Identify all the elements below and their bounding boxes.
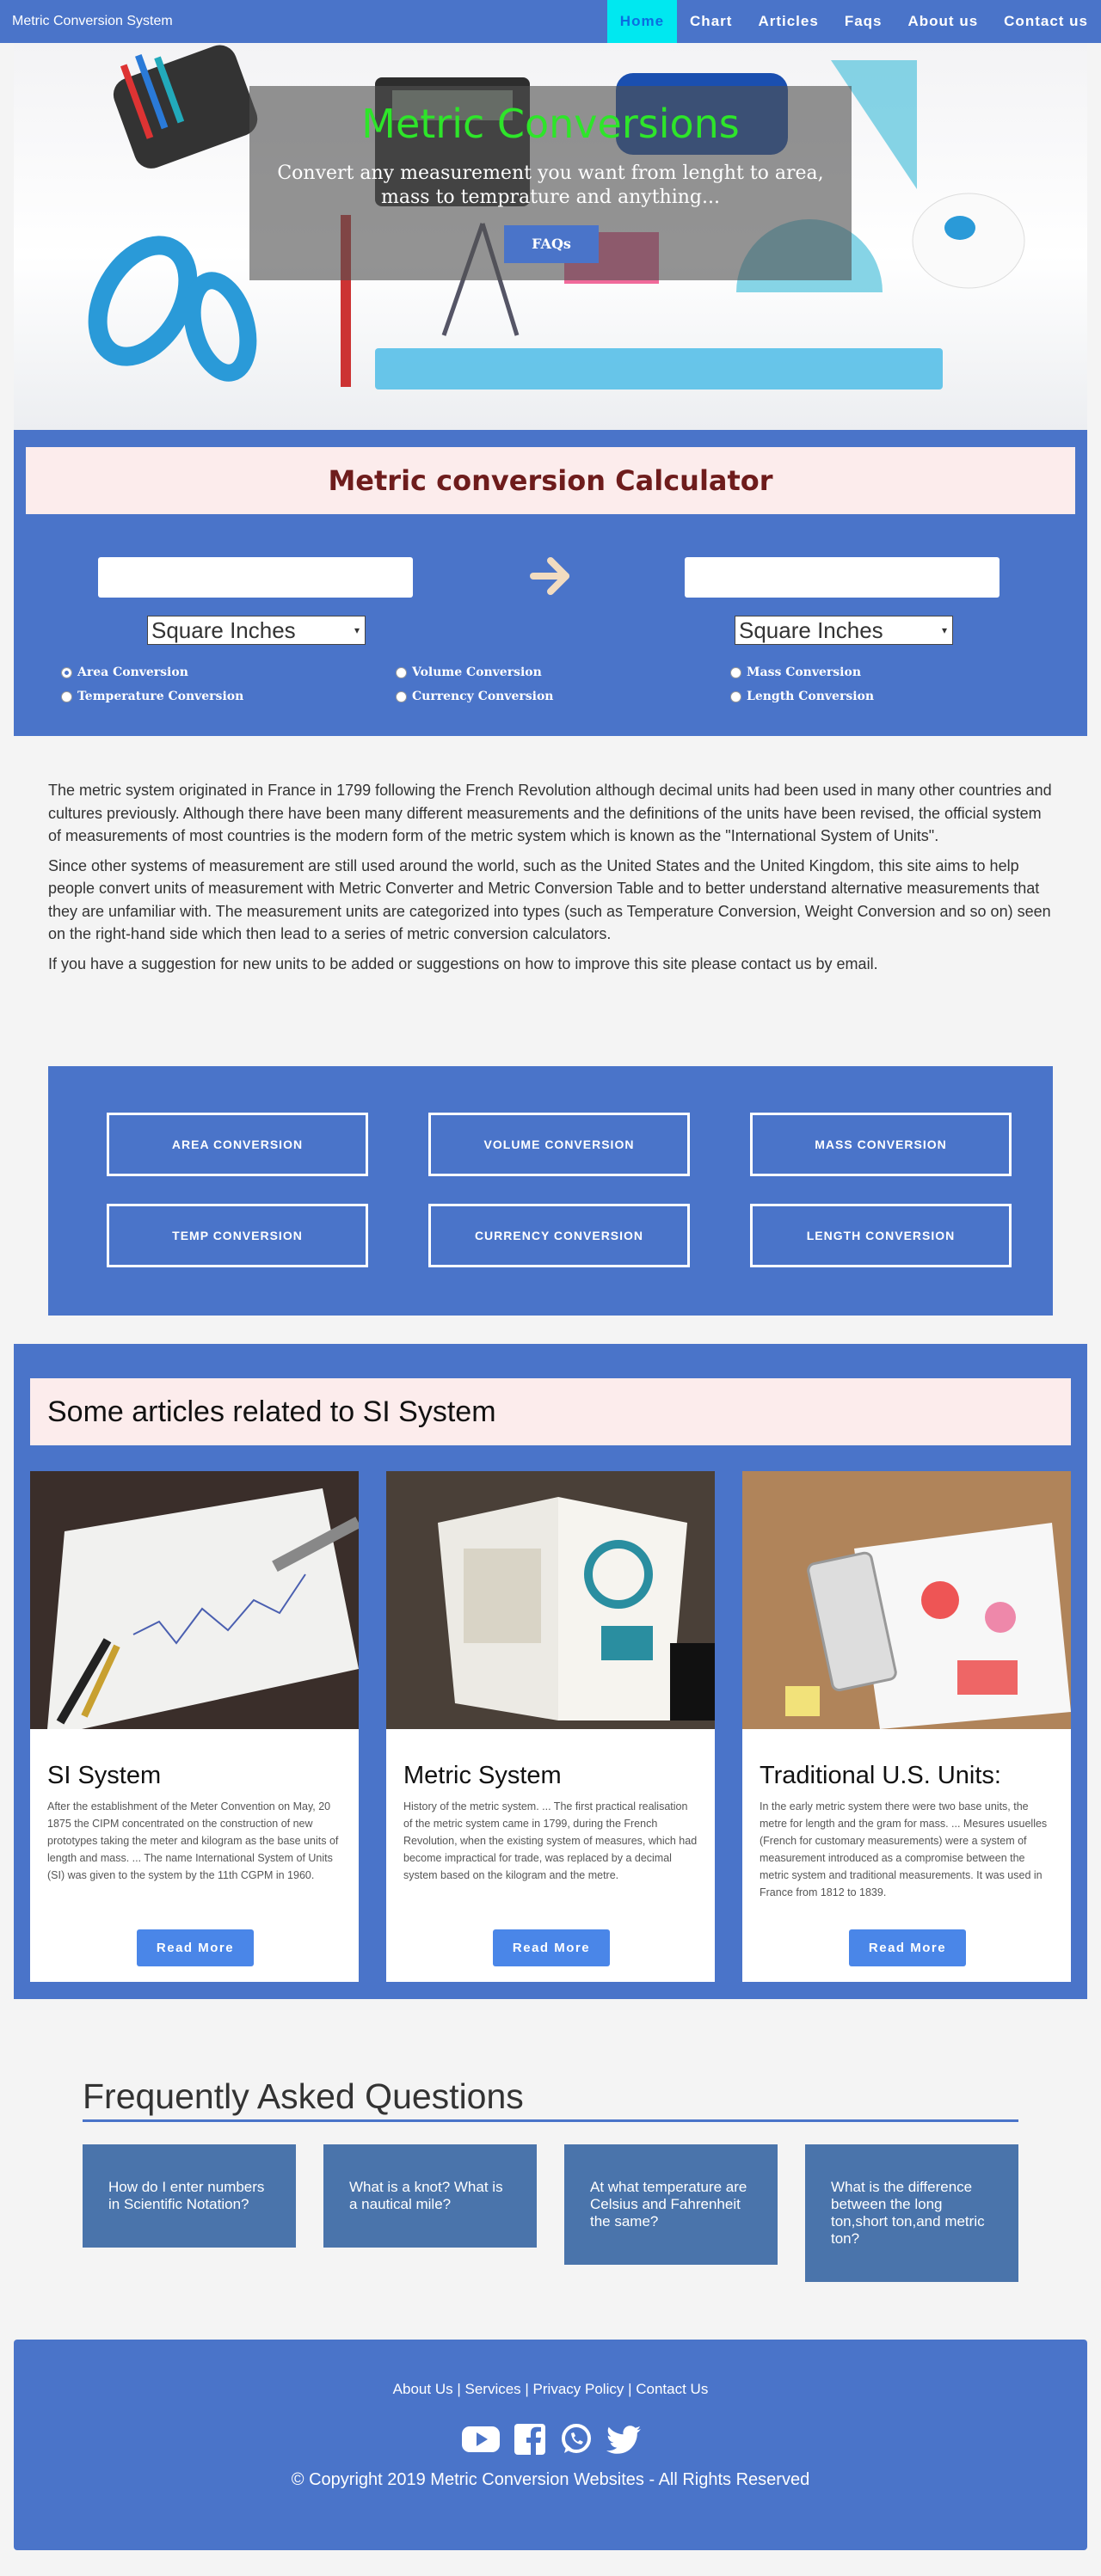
radio-temperature-conversion[interactable]: Temperature Conversion (61, 690, 243, 703)
article-summary: After the establishment of the Meter Con… (47, 1800, 339, 1881)
radio-dot (61, 690, 72, 702)
read-more-button[interactable]: Read More (493, 1929, 610, 1966)
twitter-icon[interactable] (606, 2422, 643, 2456)
radio-dot (730, 690, 741, 702)
mass-conversion-button[interactable]: MASS CONVERSION (750, 1113, 1012, 1176)
footer-link-services[interactable]: Services (464, 2381, 520, 2397)
footer-links: About Us | Services | Privacy Policy | C… (14, 2381, 1087, 2398)
article-card: Metric System History of the metric syst… (386, 1471, 715, 1982)
whatsapp-icon[interactable] (559, 2422, 594, 2456)
footer-separator: | (452, 2381, 465, 2397)
hero-subtitle: Convert any measurement you want from le… (14, 162, 1087, 210)
article-title: Metric System (403, 1762, 562, 1789)
navbar: Metric Conversion System Home Chart Arti… (0, 0, 1101, 43)
read-more-button[interactable]: Read More (137, 1929, 254, 1966)
site-brand[interactable]: Metric Conversion System (12, 14, 173, 29)
radio-currency-conversion[interactable]: Currency Conversion (396, 690, 554, 703)
intro-paragraph-3: If you have a suggestion for new units t… (48, 954, 878, 972)
articles-heading: Some articles related to SI System (30, 1378, 1071, 1445)
footer-separator: | (520, 2381, 533, 2397)
to-value-input[interactable] (685, 557, 1000, 598)
temp-conversion-button[interactable]: TEMP CONVERSION (107, 1204, 368, 1267)
radio-label: Volume Conversion (412, 665, 542, 679)
area-conversion-button[interactable]: AREA CONVERSION (107, 1113, 368, 1176)
nav-chart[interactable]: Chart (677, 0, 745, 43)
currency-conversion-button[interactable]: CURRENCY CONVERSION (428, 1204, 690, 1267)
radio-label: Currency Conversion (412, 690, 554, 703)
radio-dot (61, 666, 72, 678)
radio-dot (396, 666, 407, 678)
nav-links: Home Chart Articles Faqs About us Contac… (606, 0, 1101, 43)
radio-area-conversion[interactable]: Area Conversion (61, 665, 188, 679)
intro-paragraph-1: The metric system originated in France i… (48, 782, 1052, 844)
faq-item[interactable]: At what temperature are Celsius and Fahr… (564, 2144, 778, 2265)
radio-volume-conversion[interactable]: Volume Conversion (396, 665, 542, 679)
calculator-title: Metric conversion Calculator (26, 447, 1075, 514)
footer: About Us | Services | Privacy Policy | C… (14, 2340, 1087, 2550)
copyright-text: © Copyright 2019 Metric Conversion Websi… (291, 2470, 810, 2489)
to-unit-value: Square Inches (739, 617, 883, 643)
footer-link-privacy[interactable]: Privacy Policy (533, 2381, 624, 2397)
from-unit-value: Square Inches (151, 617, 296, 643)
radio-label: Area Conversion (77, 665, 188, 679)
faq-item[interactable]: What is the difference between the long … (805, 2144, 1018, 2282)
articles-section: Some articles related to SI System SI Sy… (14, 1344, 1087, 1999)
conversion-links-panel: AREA CONVERSION VOLUME CONVERSION MASS C… (48, 1066, 1053, 1316)
hero-title: Metric Conversions (361, 101, 740, 147)
radio-dot (396, 690, 407, 702)
to-unit-select[interactable]: Square Inches ▾ (735, 616, 953, 645)
article-card: Traditional U.S. Units: In the early met… (742, 1471, 1071, 1982)
nav-faqs[interactable]: Faqs (832, 0, 895, 43)
footer-separator: | (624, 2381, 637, 2397)
length-conversion-button[interactable]: LENGTH CONVERSION (750, 1204, 1012, 1267)
intro-text: The metric system originated in France i… (48, 779, 1056, 982)
from-unit-select[interactable]: Square Inches ▾ (147, 616, 366, 645)
hero-subtitle-line1: Convert any measurement you want from le… (277, 163, 824, 184)
chevron-down-icon: ▾ (941, 624, 947, 636)
chevron-down-icon: ▾ (354, 624, 360, 636)
nav-about[interactable]: About us (895, 0, 992, 43)
radio-label: Temperature Conversion (77, 690, 244, 703)
radio-label: Mass Conversion (747, 665, 861, 679)
nav-articles[interactable]: Articles (745, 0, 831, 43)
radio-dot (730, 666, 741, 678)
calculator-panel: Metric conversion Calculator Square Inch… (14, 430, 1087, 736)
youtube-icon[interactable] (461, 2422, 501, 2456)
article-image-charts-desk (742, 1471, 1071, 1729)
article-title: SI System (47, 1762, 162, 1789)
article-image-magazine (386, 1471, 715, 1729)
volume-conversion-button[interactable]: VOLUME CONVERSION (428, 1113, 690, 1176)
read-more-button[interactable]: Read More (849, 1929, 966, 1966)
nav-contact[interactable]: Contact us (991, 0, 1101, 43)
radio-length-conversion[interactable]: Length Conversion (730, 690, 874, 703)
from-value-input[interactable] (98, 557, 413, 598)
faq-item[interactable]: What is a knot? What is a nautical mile? (323, 2144, 537, 2248)
faq-item[interactable]: How do I enter numbers in Scientific Not… (83, 2144, 296, 2248)
hero-subtitle-line2: mass to temprature and anything... (381, 187, 720, 208)
article-card: SI System After the establishment of the… (30, 1471, 359, 1982)
article-summary: History of the metric system. ... The fi… (403, 1800, 698, 1881)
arrow-right-icon (530, 557, 569, 595)
faq-divider (83, 2119, 1018, 2122)
article-image-graph-paper (30, 1471, 359, 1729)
radio-label: Length Conversion (747, 690, 875, 703)
footer-link-about[interactable]: About Us (393, 2381, 453, 2397)
footer-link-contact[interactable]: Contact Us (636, 2381, 708, 2397)
hero-banner: Metric Conversions Convert any measureme… (14, 43, 1087, 430)
facebook-icon[interactable] (513, 2422, 547, 2456)
radio-mass-conversion[interactable]: Mass Conversion (730, 665, 861, 679)
article-title: Traditional U.S. Units: (760, 1762, 1001, 1789)
faq-title: Frequently Asked Questions (83, 2076, 524, 2116)
social-icons (461, 2422, 643, 2456)
article-summary: In the early metric system there were tw… (760, 1800, 1048, 1898)
faqs-button[interactable]: FAQs (504, 225, 599, 263)
nav-home[interactable]: Home (606, 0, 678, 43)
intro-paragraph-2: Since other systems of measurement are s… (48, 856, 1051, 943)
